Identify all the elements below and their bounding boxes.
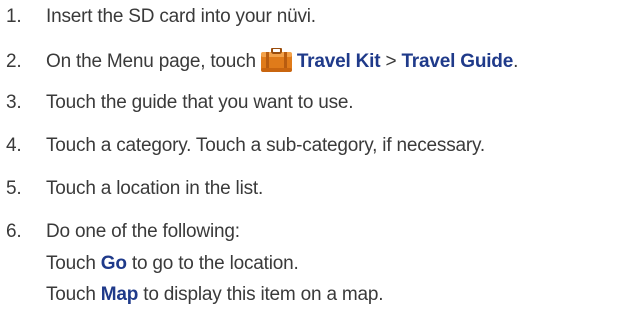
step-number: 4.: [6, 135, 22, 156]
step-2: 2. On the Menu page, touch Travel Kit > T…: [6, 47, 519, 74]
step-6: 6. Do one of the following:: [6, 220, 240, 244]
step-number: 1.: [6, 6, 22, 27]
travel-guide-label: Travel Guide: [401, 51, 514, 72]
step-text: Touch a location in the list.: [46, 178, 264, 199]
go-label: Go: [100, 253, 127, 274]
travel-kit-label: Travel Kit: [296, 51, 381, 72]
step-text: On the Menu page, touch: [46, 51, 256, 72]
step-text: Do one of the following:: [46, 221, 240, 242]
step-text: Touch the guide that you want to use.: [46, 92, 354, 113]
step-number: 5.: [6, 178, 22, 199]
substep-text: Touch: [46, 284, 101, 305]
step-text: Insert the SD card into your nüvi.: [46, 6, 316, 27]
step-number: 2.: [6, 51, 22, 72]
substep-go: Touch Go to go to the location.: [46, 252, 299, 276]
step-text-end: .: [513, 51, 519, 72]
substep-text: Touch: [46, 253, 101, 274]
menu-separator: >: [380, 51, 402, 72]
step-text: Touch a category. Touch a sub-category, …: [46, 135, 485, 156]
travel-kit-suitcase-icon: [260, 47, 293, 72]
substep-map: Touch Map to display this item on a map.: [46, 283, 384, 307]
step-3: 3. Touch the guide that you want to use.: [6, 91, 354, 115]
substep-text-end: to go to the location.: [126, 253, 299, 274]
step-5: 5. Touch a location in the list.: [6, 177, 263, 201]
substep-text-end: to display this item on a map.: [138, 284, 384, 305]
step-number: 6.: [6, 221, 22, 242]
map-label: Map: [100, 284, 139, 305]
step-1: 1. Insert the SD card into your nüvi.: [6, 5, 316, 29]
step-number: 3.: [6, 92, 22, 113]
step-4: 4. Touch a category. Touch a sub-category…: [6, 134, 485, 158]
